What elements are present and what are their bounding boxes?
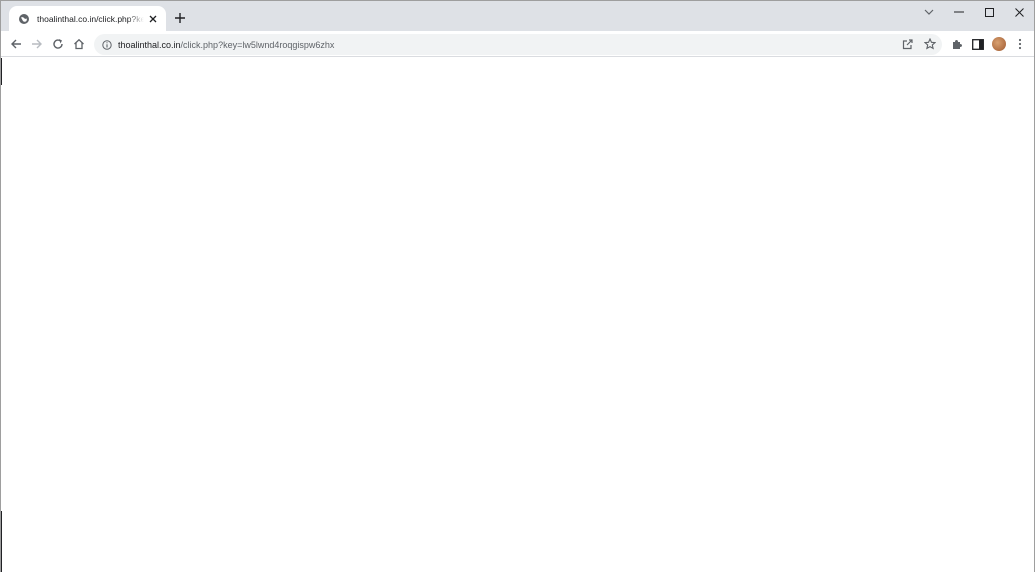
url-text: thoalinthal.co.in/click.php?key=lw5lwnd4… [118, 40, 334, 50]
page-content [1, 58, 1034, 572]
tab-title: thoalinthal.co.in/click.php?key=lw5lwnd4… [37, 13, 144, 24]
share-icon[interactable] [900, 36, 916, 52]
forward-button[interactable] [28, 35, 46, 53]
browser-window: thoalinthal.co.in/click.php?key=lw5lwnd4… [0, 0, 1035, 572]
toolbar-actions [949, 35, 1028, 53]
home-button[interactable] [70, 35, 88, 53]
arrow-right-icon [32, 39, 42, 49]
minimize-button[interactable] [944, 1, 974, 23]
close-window-button[interactable] [1004, 1, 1034, 23]
toolbar: thoalinthal.co.in/click.php?key=lw5lwnd4… [1, 31, 1034, 57]
window-edge [1, 58, 2, 85]
close-icon[interactable] [146, 12, 160, 26]
globe-icon [17, 12, 31, 26]
url-host: thoalinthal.co.in [118, 39, 181, 50]
home-icon [74, 38, 84, 50]
new-tab-button[interactable] [172, 10, 188, 26]
maximize-button[interactable] [974, 1, 1004, 23]
window-edge-lower [1, 511, 2, 572]
avatar [992, 37, 1006, 51]
tab-search-button[interactable] [914, 1, 944, 23]
omnibox-actions [900, 36, 938, 52]
arrow-left-icon [11, 39, 21, 49]
address-bar[interactable]: thoalinthal.co.in/click.php?key=lw5lwnd4… [94, 34, 942, 55]
url-path: /click.php?key=lw5lwnd4roqgispw6zhx [180, 39, 335, 50]
tab-active[interactable]: thoalinthal.co.in/click.php?key=lw5lwnd4… [9, 6, 166, 31]
profile-avatar[interactable] [991, 35, 1007, 53]
info-icon[interactable] [102, 39, 112, 50]
puzzle-icon[interactable] [949, 35, 965, 53]
tab-strip: thoalinthal.co.in/click.php?key=lw5lwnd4… [1, 1, 1034, 31]
side-panel-icon[interactable] [970, 35, 986, 53]
window-controls [914, 1, 1034, 23]
reload-icon [53, 39, 63, 49]
star-icon[interactable] [922, 36, 938, 52]
kebab-icon[interactable] [1012, 35, 1028, 53]
reload-button[interactable] [49, 35, 67, 53]
back-button[interactable] [7, 35, 25, 53]
